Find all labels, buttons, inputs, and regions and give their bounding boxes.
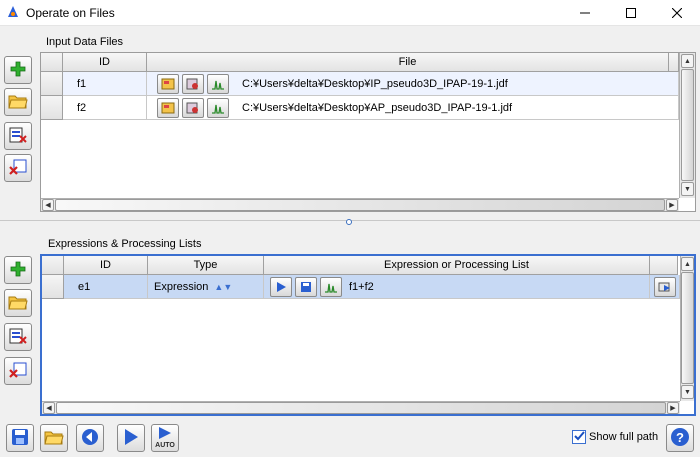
column-header-file[interactable]: File bbox=[147, 53, 669, 72]
delete-file-button[interactable] bbox=[4, 154, 32, 182]
help-button[interactable]: ? bbox=[666, 424, 694, 452]
column-header-extra bbox=[650, 256, 678, 275]
auto-forward-button[interactable]: AUTO bbox=[151, 424, 179, 452]
input-section-title: Input Data Files bbox=[46, 36, 124, 48]
remove-row-icon bbox=[8, 327, 28, 348]
scroll-left-button[interactable]: ◀ bbox=[43, 402, 55, 414]
expression-text: f1+f2 bbox=[349, 280, 374, 293]
column-header-id[interactable]: ID bbox=[64, 256, 148, 275]
vertical-scrollbar[interactable]: ▲ ▼ bbox=[679, 53, 695, 198]
help-icon: ? bbox=[670, 427, 690, 450]
row-header[interactable] bbox=[41, 96, 63, 120]
scroll-thumb[interactable] bbox=[681, 272, 694, 384]
delete-icon bbox=[8, 158, 28, 179]
open-folder-icon bbox=[8, 293, 28, 314]
minimize-button[interactable] bbox=[562, 0, 608, 26]
spectrum-icon[interactable] bbox=[320, 276, 342, 297]
open-button[interactable] bbox=[40, 424, 68, 452]
chevron-updown-icon[interactable]: ▲▼ bbox=[214, 282, 232, 292]
show-full-path-option[interactable]: Show full path bbox=[572, 430, 658, 444]
window-title: Operate on Files bbox=[26, 6, 115, 20]
open-folder-icon bbox=[8, 92, 28, 113]
maximize-button[interactable] bbox=[608, 0, 654, 26]
auto-forward-icon bbox=[157, 426, 173, 442]
expr-section-title: Expressions & Processing Lists bbox=[48, 238, 202, 250]
back-button[interactable] bbox=[76, 424, 104, 452]
title-bar: Operate on Files bbox=[0, 0, 700, 26]
scroll-thumb[interactable] bbox=[55, 199, 665, 211]
column-header-extra bbox=[669, 53, 679, 72]
delete-expression-button[interactable] bbox=[4, 357, 32, 385]
play-icon[interactable] bbox=[270, 276, 292, 297]
remove-expression-row-button[interactable] bbox=[4, 323, 32, 351]
add-file-button[interactable] bbox=[4, 56, 32, 84]
open-folder-icon bbox=[44, 428, 64, 449]
corner-header bbox=[42, 256, 64, 275]
scroll-up-button[interactable]: ▲ bbox=[681, 257, 694, 271]
horizontal-scrollbar[interactable]: ◀ ▶ bbox=[41, 198, 679, 211]
back-icon bbox=[81, 428, 99, 449]
column-header-type[interactable]: Type bbox=[148, 256, 264, 275]
add-icon bbox=[9, 260, 27, 281]
open-expression-button[interactable] bbox=[4, 289, 32, 317]
process-icon[interactable] bbox=[182, 73, 204, 94]
row-file-cell[interactable]: C:¥Users¥delta¥Desktop¥AP_pseudo3D_IPAP-… bbox=[147, 96, 679, 120]
column-header-id[interactable]: ID bbox=[63, 53, 147, 72]
expressions-table: ID Type Expression or Processing List e1… bbox=[40, 254, 696, 416]
delete-icon bbox=[8, 361, 28, 382]
row-header[interactable] bbox=[42, 275, 64, 299]
process-icon[interactable] bbox=[182, 97, 204, 118]
file-path: C:¥Users¥delta¥Desktop¥IP_pseudo3D_IPAP-… bbox=[242, 77, 508, 90]
scroll-thumb[interactable] bbox=[56, 402, 666, 414]
scroll-right-button[interactable]: ▶ bbox=[666, 199, 678, 211]
forward-button[interactable] bbox=[117, 424, 145, 452]
scroll-down-button[interactable]: ▼ bbox=[681, 385, 694, 399]
show-full-path-label: Show full path bbox=[589, 431, 659, 443]
spectrum-icon[interactable] bbox=[207, 73, 229, 94]
input-files-table: ID File f1 C:¥Users¥delta¥Desktop¥IP_pse… bbox=[40, 52, 696, 212]
horizontal-scrollbar[interactable]: ◀ ▶ bbox=[42, 401, 680, 414]
add-expression-button[interactable] bbox=[4, 256, 32, 284]
scroll-thumb[interactable] bbox=[681, 69, 694, 181]
scroll-left-button[interactable]: ◀ bbox=[42, 199, 54, 211]
corner-header bbox=[41, 53, 63, 72]
open-list-icon[interactable] bbox=[653, 276, 676, 297]
app-icon bbox=[6, 5, 20, 19]
remove-row-icon bbox=[8, 126, 28, 147]
type-select-value[interactable]: Expression bbox=[154, 281, 208, 293]
svg-text:?: ? bbox=[676, 430, 684, 445]
file-path: C:¥Users¥delta¥Desktop¥AP_pseudo3D_IPAP-… bbox=[242, 101, 513, 114]
auto-label: AUTO bbox=[155, 441, 175, 449]
scroll-down-button[interactable]: ▼ bbox=[681, 182, 694, 196]
column-header-expression[interactable]: Expression or Processing List bbox=[264, 256, 650, 275]
row-id-cell[interactable]: f1 bbox=[63, 72, 147, 96]
spectrum-icon[interactable] bbox=[207, 97, 229, 118]
close-button[interactable] bbox=[654, 0, 700, 26]
splitter-handle[interactable] bbox=[346, 219, 352, 225]
vertical-scrollbar[interactable]: ▲ ▼ bbox=[680, 256, 694, 401]
show-full-path-checkbox[interactable] bbox=[572, 430, 586, 444]
remove-row-button[interactable] bbox=[4, 122, 32, 150]
scroll-right-button[interactable]: ▶ bbox=[667, 402, 679, 414]
open-file-button[interactable] bbox=[4, 88, 32, 116]
save-button[interactable] bbox=[6, 424, 34, 452]
forward-icon bbox=[123, 428, 139, 449]
open-file-icon[interactable] bbox=[157, 97, 179, 118]
row-type-cell[interactable]: Expression ▲▼ bbox=[148, 275, 264, 299]
row-expression-cell[interactable]: f1+f2 bbox=[264, 275, 650, 299]
row-action-cell[interactable] bbox=[650, 275, 680, 299]
open-file-icon[interactable] bbox=[157, 73, 179, 94]
row-id-cell[interactable]: e1 bbox=[64, 275, 148, 299]
row-id-cell[interactable]: f2 bbox=[63, 96, 147, 120]
save-icon[interactable] bbox=[295, 276, 317, 297]
add-icon bbox=[9, 60, 27, 81]
row-file-cell[interactable]: C:¥Users¥delta¥Desktop¥IP_pseudo3D_IPAP-… bbox=[147, 72, 679, 96]
save-icon bbox=[11, 428, 29, 449]
row-header[interactable] bbox=[41, 72, 63, 96]
scroll-up-button[interactable]: ▲ bbox=[681, 54, 694, 68]
